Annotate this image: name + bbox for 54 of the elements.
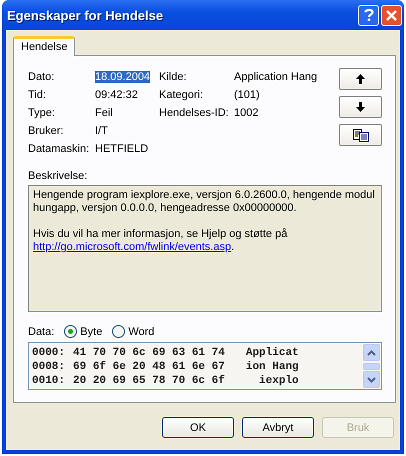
hex-text: ion Hang	[246, 360, 299, 374]
description-box[interactable]	[28, 185, 382, 312]
field-value: 18.09.2004	[95, 71, 150, 83]
hex-text: iexplo	[258, 374, 299, 388]
hex-offset: 0010:	[32, 374, 66, 388]
help-icon	[364, 8, 374, 22]
radio-option[interactable]: Word	[112, 325, 154, 338]
hex-bytes: 41 70 70 6c 69 63 61 74	[73, 346, 225, 360]
arrow-up-icon	[356, 74, 365, 84]
copy-icon	[352, 128, 368, 142]
previous-button[interactable]	[339, 68, 382, 90]
data-box[interactable]: 0000: 41 70 70 6c 69 63 61 74 Applicat 0008: 69 6f 6e 20 48 61 6e 67 ion Hang 0010: 20 20 69 65 78 70 6c 6f iexplo	[28, 342, 382, 390]
description-text: Hvis du vil ha mer informasjon, se Hjelp og støtte på http://go.microsoft.com/fwlink/events.asp.	[33, 228, 288, 254]
dialog-button[interactable]: Avbryt	[242, 417, 314, 438]
dialog-button[interactable]: OK	[162, 417, 234, 438]
field-value: Application Hang	[234, 71, 318, 83]
hex-bytes: 69 6f 6e 20 48 61 6e 67	[73, 360, 225, 374]
field-label: Kilde:	[159, 70, 188, 84]
field-value: (101)	[234, 89, 260, 101]
tab[interactable]: Hendelse	[13, 36, 76, 56]
radio-label: Byte	[80, 326, 102, 338]
field-label: Bruker:	[28, 124, 64, 138]
radio-label: Word	[128, 326, 154, 338]
field-label: Datamaskin:	[28, 142, 90, 156]
hex-offset: 0008:	[32, 360, 66, 374]
help-button[interactable]	[358, 4, 379, 26]
field-value: 09:42:32	[95, 89, 138, 101]
help-link[interactable]: http://go.microsoft.com/fwlink/events.asp	[33, 241, 232, 253]
field-label: Hendelses-ID:	[159, 106, 230, 120]
field-label: Kategori:	[159, 88, 204, 102]
next-button[interactable]	[339, 96, 382, 118]
radio-option[interactable]: Byte	[64, 325, 102, 338]
description-text: Hengende program iexplore.exe, versjon 6.0.2600.0, hengende modul hungapp, versjon 0.0.0.0, hengeadresse 0x00000000.	[33, 189, 376, 215]
hex-text: Applicat	[246, 346, 299, 360]
field-value: 1002	[234, 107, 258, 119]
copy-button[interactable]	[339, 124, 382, 146]
hex-bytes: 20 20 69 65 78 70 6c 6f	[73, 374, 225, 388]
close-icon	[385, 8, 398, 22]
data-label: Data:	[28, 326, 54, 338]
field-label: Dato:	[28, 70, 56, 84]
hex-offset: 0000:	[32, 346, 66, 360]
field-value: HETFIELD	[95, 143, 148, 155]
field-value: Feil	[95, 107, 113, 119]
scrollbar[interactable]	[363, 344, 380, 388]
field-label: Tid:	[28, 88, 47, 102]
scroll-thumb[interactable]	[363, 362, 380, 370]
field-label: Type:	[28, 106, 56, 120]
arrow-down-icon	[356, 102, 365, 112]
window-title: Egenskaper for Hendelse	[7, 8, 164, 22]
scroll-up-icon[interactable]	[363, 344, 380, 361]
scroll-down-icon[interactable]	[363, 371, 380, 388]
field-value: I/T	[95, 125, 108, 137]
close-button[interactable]	[381, 4, 402, 26]
description-label: Beskrivelse:	[28, 170, 88, 182]
